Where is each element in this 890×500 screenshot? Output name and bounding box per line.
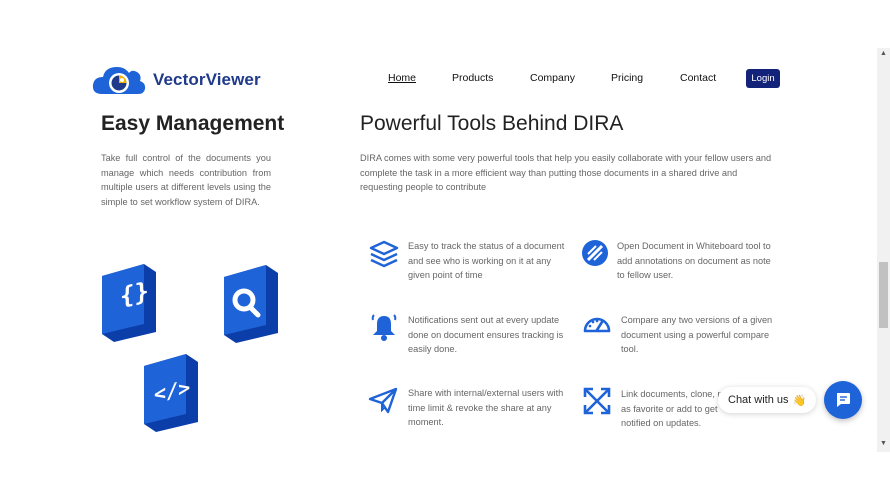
nav-pricing[interactable]: Pricing [611, 72, 643, 84]
paper-plane-icon [368, 387, 398, 414]
scroll-up-icon[interactable]: ▲ [877, 50, 890, 60]
feature-share: Share with internal/external users with … [408, 388, 564, 427]
bell-icon [371, 314, 397, 341]
easy-management-description: Take full control of the documents you m… [101, 153, 271, 207]
scrollbar-track[interactable] [877, 48, 890, 452]
nav-home[interactable]: Home [388, 72, 416, 84]
powerful-tools-description: DIRA comes with some very powerful tools… [360, 153, 772, 192]
code-tag-cube-icon: </> [144, 354, 198, 432]
nav-company[interactable]: Company [530, 72, 575, 84]
brand-logo[interactable]: VectorViewer [92, 64, 261, 96]
chat-label: Chat with us [728, 394, 789, 406]
feature-whiteboard: Open Document in Whiteboard tool to add … [617, 241, 771, 280]
feature-compare-versions: Compare any two versions of a given docu… [621, 315, 773, 354]
expand-arrows-icon [583, 387, 611, 415]
speedometer-icon [583, 317, 611, 333]
nav-contact[interactable]: Contact [680, 72, 716, 84]
chat-open-button[interactable] [824, 381, 862, 419]
login-button[interactable]: Login [746, 69, 780, 88]
chat-with-us-bubble[interactable]: Chat with us 👋 [718, 387, 817, 413]
powerful-tools-title: Powerful Tools Behind DIRA [360, 112, 624, 135]
cloud-eye-logo-icon [92, 67, 146, 94]
scroll-down-icon[interactable]: ▼ [877, 440, 890, 450]
search-cube-icon [224, 265, 278, 343]
svg-text:{}: {} [120, 276, 149, 311]
brand-name: VectorViewer [153, 70, 261, 89]
feature-notifications: Notifications sent out at every update d… [408, 315, 564, 354]
whiteboard-pen-icon [582, 240, 608, 266]
chat-icon [837, 393, 850, 407]
layers-icon [369, 240, 399, 268]
feature-status-tracking: Easy to track the status of a document a… [408, 241, 565, 280]
easy-management-title: Easy Management [101, 112, 285, 135]
scrollbar-thumb[interactable] [879, 262, 888, 328]
nav-products[interactable]: Products [452, 72, 493, 84]
code-braces-cube-icon: {} [102, 264, 156, 342]
wave-icon: 👋 [792, 394, 807, 407]
